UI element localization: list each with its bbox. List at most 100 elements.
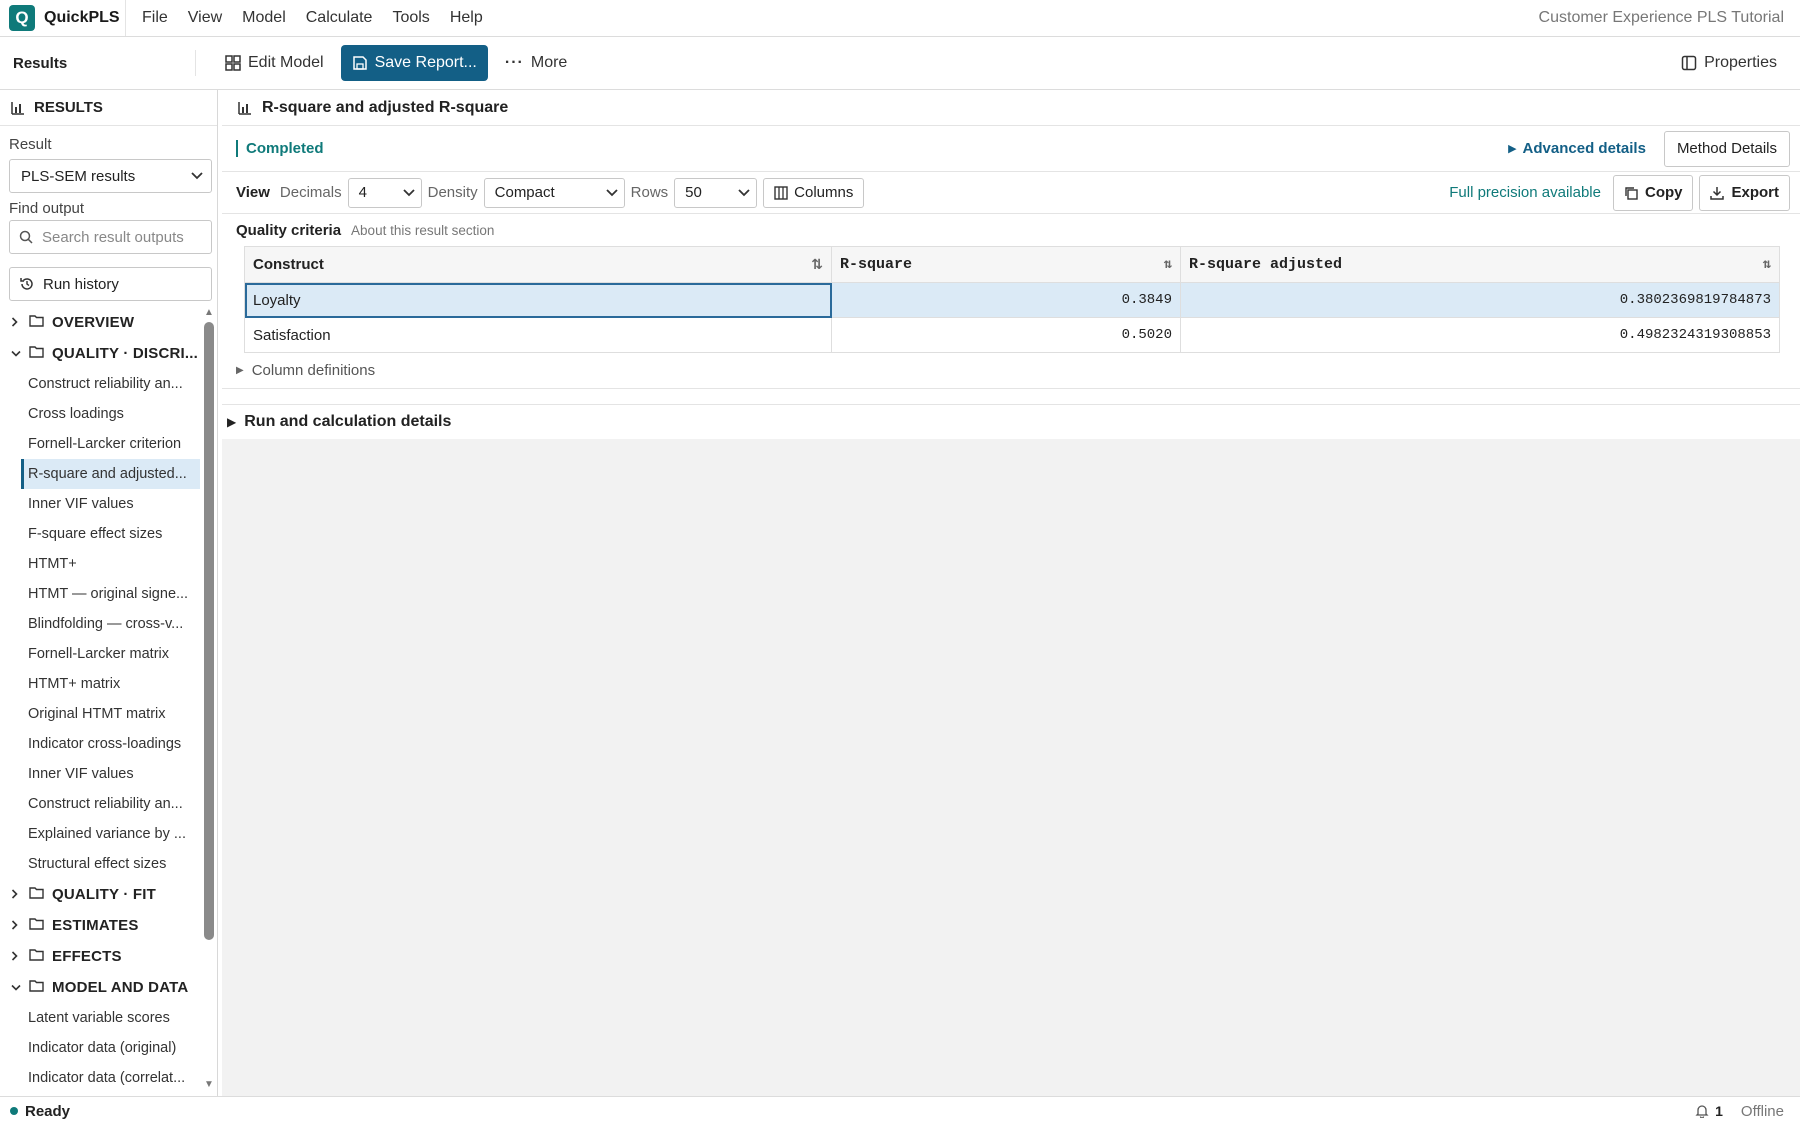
app-logo: Q QuickPLS	[0, 0, 126, 36]
result-tree: OVERVIEW QUALITY · DISCRI... Construct rel…	[0, 307, 200, 1092]
decimals-value: 4	[358, 184, 367, 201]
cell-r-square-adjusted[interactable]: 0.3802369819784873	[1180, 282, 1780, 318]
cell-r-square[interactable]: 0.5020	[831, 317, 1181, 353]
menu-tools[interactable]: Tools	[382, 9, 439, 27]
menu-calculate[interactable]: Calculate	[296, 9, 383, 27]
tree-folder[interactable]: ESTIMATES	[0, 910, 200, 941]
search-placeholder: Search result outputs	[42, 228, 184, 246]
decimals-select[interactable]: 4	[347, 177, 422, 208]
folder-icon	[29, 979, 44, 996]
folder-icon	[29, 886, 44, 903]
rows-label: Rows	[630, 184, 669, 201]
tree-item[interactable]: Construct reliability an...	[0, 789, 200, 819]
full-precision-link[interactable]: Full precision available	[1449, 184, 1601, 201]
sort-icon[interactable]: ⇅	[811, 256, 823, 273]
scroll-thumb[interactable]	[204, 322, 214, 940]
tree-folder[interactable]: MODEL AND DATA	[0, 972, 200, 1003]
column-header-label: Construct	[253, 256, 324, 273]
tree-item[interactable]: Blindfolding — cross-v...	[0, 609, 200, 639]
scroll-down-icon[interactable]: ▼	[204, 1079, 214, 1090]
menu-model[interactable]: Model	[232, 9, 296, 27]
chevron-right-icon	[11, 950, 21, 964]
tree-item[interactable]: Inner VIF values	[0, 759, 200, 789]
app-name: QuickPLS	[44, 9, 120, 26]
menu-help[interactable]: Help	[440, 9, 493, 27]
chevron-right-icon	[11, 888, 21, 902]
tree-item[interactable]: Indicator cross-loadings	[0, 729, 200, 759]
about-section-link[interactable]: About this result section	[351, 223, 494, 238]
tree-folder-label: QUALITY · DISCRI...	[52, 345, 199, 362]
column-header-r-square-adjusted[interactable]: R-square adjusted ⇅	[1180, 246, 1780, 283]
cell-r-square-adjusted[interactable]: 0.4982324319308853	[1180, 317, 1780, 353]
export-button[interactable]: Export	[1699, 174, 1790, 211]
run-details-toggle[interactable]: ▶ Run and calculation details	[222, 405, 1800, 439]
tree-folder[interactable]: OVERVIEW	[0, 307, 200, 338]
menu-file[interactable]: File	[132, 9, 178, 27]
status-row: Completed ▶ Advanced details Method Deta…	[222, 126, 1800, 172]
panel-icon	[1681, 55, 1697, 71]
tree-item[interactable]: Cross loadings	[0, 399, 200, 429]
status-badge: Completed	[236, 140, 324, 157]
properties-button[interactable]: Properties	[1670, 45, 1788, 81]
method-details-button[interactable]: Method Details	[1663, 130, 1790, 167]
tree-item[interactable]: Explained variance by ...	[0, 819, 200, 849]
decimals-label: Decimals	[279, 184, 342, 201]
bar-chart-icon	[11, 101, 24, 115]
sort-icon[interactable]: ⇅	[1763, 256, 1771, 273]
tree-folder[interactable]: QUALITY · DISCRI...	[0, 338, 200, 369]
density-select[interactable]: Compact	[483, 177, 625, 208]
tree-item[interactable]: Construct reliability an...	[0, 369, 200, 399]
density-value: Compact	[494, 184, 555, 201]
tree-item[interactable]: HTMT+ matrix	[0, 669, 200, 699]
notifications-button[interactable]: 1	[1695, 1103, 1723, 1119]
tree-folder[interactable]: EFFECTS	[0, 941, 200, 972]
tree-item[interactable]: Fornell-Larcker matrix	[0, 639, 200, 669]
tree-folder-label: MODEL AND DATA	[52, 979, 189, 996]
tree-item[interactable]: HTMT — original signe...	[0, 579, 200, 609]
more-label: More	[530, 54, 568, 71]
tree-item[interactable]: Indicator data (correlat...	[0, 1063, 200, 1092]
tree-item[interactable]: Structural effect sizes	[0, 849, 200, 879]
section-heading: Quality criteria	[236, 221, 342, 239]
run-history-button[interactable]: Run history	[9, 267, 212, 301]
sidebar-scrollbar[interactable]: ▲ ▼	[202, 307, 216, 1090]
section-title: Results	[0, 50, 196, 76]
result-title: R-square and adjusted R-square	[262, 98, 509, 116]
tree-item[interactable]: Original HTMT matrix	[0, 699, 200, 729]
tree-item[interactable]: Latent variable scores	[0, 1003, 200, 1033]
table-row[interactable]: Satisfaction 0.5020 0.4982324319308853	[244, 317, 1780, 353]
cell-construct[interactable]: Satisfaction	[244, 317, 832, 353]
results-table-wrap: Construct ⇅ R-square ⇅ R-square adjusted…	[222, 246, 1800, 353]
chevron-down-icon	[11, 981, 21, 995]
save-report-button[interactable]: Save Report...	[340, 45, 488, 81]
table-row[interactable]: Loyalty 0.3849 0.3802369819784873	[244, 282, 1780, 318]
copy-button[interactable]: Copy	[1612, 174, 1694, 211]
tree-folder[interactable]: QUALITY · FIT	[0, 879, 200, 910]
advanced-details-toggle[interactable]: ▶ Advanced details	[1508, 140, 1646, 157]
rows-select[interactable]: 50	[674, 177, 758, 208]
logo-icon: Q	[9, 5, 35, 31]
scroll-up-icon[interactable]: ▲	[204, 307, 214, 318]
tree-item[interactable]: Fornell-Larcker criterion	[0, 429, 200, 459]
column-definitions-toggle[interactable]: ▶ Column definitions	[222, 353, 1800, 389]
chevron-right-icon	[11, 316, 21, 330]
result-select[interactable]: PLS-SEM results	[9, 159, 212, 193]
more-button[interactable]: ··· More	[494, 45, 578, 81]
edit-model-button[interactable]: Edit Model	[214, 45, 335, 81]
cell-construct[interactable]: Loyalty	[244, 282, 832, 318]
tree-item[interactable]: Inner VIF values	[0, 489, 200, 519]
tree-folder-label: QUALITY · FIT	[52, 886, 156, 903]
column-header-r-square[interactable]: R-square ⇅	[831, 246, 1181, 283]
tree-item[interactable]: F-square effect sizes	[0, 519, 200, 549]
column-header-construct[interactable]: Construct ⇅	[244, 246, 832, 283]
tree-item[interactable]: R-square and adjusted...	[21, 459, 200, 489]
menu-view[interactable]: View	[178, 9, 232, 27]
cell-r-square[interactable]: 0.3849	[831, 282, 1181, 318]
tree-item[interactable]: Indicator data (original)	[0, 1033, 200, 1063]
sort-icon[interactable]: ⇅	[1164, 256, 1172, 273]
search-input[interactable]: Search result outputs	[9, 220, 212, 254]
folder-icon	[29, 917, 44, 934]
tree-item[interactable]: HTMT+	[0, 549, 200, 579]
connection-status: Offline	[1740, 1102, 1784, 1120]
columns-button[interactable]: Columns	[763, 177, 865, 208]
